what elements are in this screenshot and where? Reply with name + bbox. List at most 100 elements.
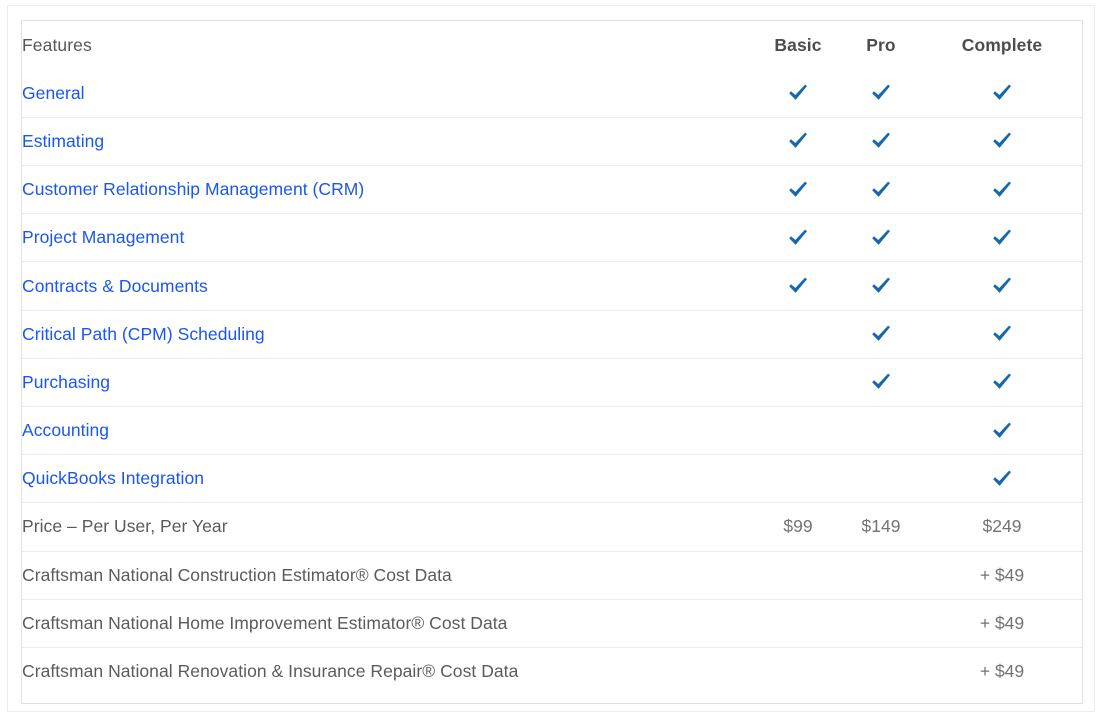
price-value: $99 (783, 516, 813, 537)
price-value: + $49 (979, 612, 1025, 633)
feature-label: Craftsman National Renovation & Insuranc… (22, 647, 756, 696)
check-icon (989, 225, 1015, 251)
cell-basic-price: $99 (756, 502, 840, 552)
check-icon (989, 177, 1015, 203)
table-row: Estimating (22, 117, 1082, 167)
cell-pro-price: $149 (840, 502, 922, 552)
check-icon (785, 80, 811, 106)
feature-label: Craftsman National Home Improvement Esti… (22, 599, 756, 648)
cell-complete-included (922, 213, 1082, 263)
cell-complete-price: + $49 (922, 551, 1082, 600)
feature-link[interactable]: General (22, 69, 756, 118)
cell-basic-included (756, 117, 840, 167)
cell-pro-empty (840, 647, 922, 696)
check-icon (868, 273, 894, 299)
check-icon (785, 177, 811, 203)
feature-link[interactable]: Critical Path (CPM) Scheduling (22, 310, 756, 359)
price-value: $149 (861, 516, 901, 537)
cell-complete-included (922, 358, 1082, 408)
cell-complete-included (922, 310, 1082, 359)
check-icon (868, 128, 894, 154)
check-icon (989, 369, 1015, 395)
header-row: Features Basic Pro Complete (22, 21, 1082, 70)
table-row: Critical Path (CPM) Scheduling (22, 310, 1082, 359)
check-icon (785, 128, 811, 154)
table-row: Craftsman National Home Improvement Esti… (22, 599, 1082, 648)
cell-basic-empty (756, 310, 840, 359)
feature-label: Price – Per User, Per Year (22, 502, 756, 552)
table-row: Craftsman National Construction Estimato… (22, 551, 1082, 600)
cell-basic-empty (756, 406, 840, 456)
cell-basic-included (756, 165, 840, 215)
plan-comparison-card: Features Basic Pro Complete General Estim… (21, 20, 1083, 704)
feature-link[interactable]: Accounting (22, 406, 756, 456)
check-icon (989, 128, 1015, 154)
cell-pro-empty (840, 551, 922, 600)
feature-link[interactable]: QuickBooks Integration (22, 454, 756, 504)
price-value: $249 (982, 516, 1022, 537)
cell-complete-included (922, 117, 1082, 167)
cell-pro-empty (840, 406, 922, 456)
table-row: General (22, 69, 1082, 118)
cell-pro-empty (840, 599, 922, 648)
check-icon (989, 80, 1015, 106)
table-row: Price – Per User, Per Year $99 $149 $249 (22, 502, 1082, 552)
check-icon (989, 321, 1015, 347)
cell-basic-empty (756, 551, 840, 600)
cell-basic-included (756, 213, 840, 263)
cell-basic-included (756, 261, 840, 311)
column-header-features: Features (22, 21, 756, 70)
cell-complete-included (922, 454, 1082, 504)
cell-pro-included (840, 261, 922, 311)
cell-complete-included (922, 261, 1082, 311)
cell-complete-included (922, 165, 1082, 215)
cell-basic-included (756, 69, 840, 118)
check-icon (868, 177, 894, 203)
table-row: Contracts & Documents (22, 261, 1082, 311)
column-header-complete: Complete (922, 21, 1082, 70)
feature-label: Craftsman National Construction Estimato… (22, 551, 756, 600)
feature-link[interactable]: Project Management (22, 213, 756, 263)
check-icon (868, 225, 894, 251)
feature-link[interactable]: Estimating (22, 117, 756, 167)
check-icon (989, 418, 1015, 444)
cell-pro-included (840, 310, 922, 359)
price-value: + $49 (979, 564, 1025, 585)
feature-link[interactable]: Customer Relationship Management (CRM) (22, 165, 756, 215)
cell-basic-empty (756, 454, 840, 504)
table-row: Customer Relationship Management (CRM) (22, 165, 1082, 215)
cell-pro-included (840, 213, 922, 263)
cell-complete-price: + $49 (922, 647, 1082, 696)
check-icon (785, 225, 811, 251)
plan-comparison-table: Features Basic Pro Complete General Estim… (22, 21, 1082, 696)
check-icon (989, 273, 1015, 299)
cell-pro-included (840, 165, 922, 215)
table-body: General Estimating Customer Relationship M… (22, 69, 1082, 696)
check-icon (868, 369, 894, 395)
feature-link[interactable]: Purchasing (22, 358, 756, 408)
cell-basic-empty (756, 647, 840, 696)
column-header-pro: Pro (840, 21, 922, 70)
table-row: Project Management (22, 213, 1082, 263)
cell-complete-included (922, 406, 1082, 456)
check-icon (785, 273, 811, 299)
cell-basic-empty (756, 599, 840, 648)
table-header: Features Basic Pro Complete (22, 21, 1082, 70)
check-icon (868, 321, 894, 347)
table-row: Accounting (22, 406, 1082, 456)
cell-pro-included (840, 117, 922, 167)
table-row: Purchasing (22, 358, 1082, 408)
cell-pro-empty (840, 454, 922, 504)
cell-pro-included (840, 69, 922, 118)
price-value: + $49 (979, 661, 1025, 682)
table-row: Craftsman National Renovation & Insuranc… (22, 647, 1082, 696)
pricing-comparison-page: Features Basic Pro Complete General Estim… (0, 0, 1108, 723)
table-row: QuickBooks Integration (22, 454, 1082, 504)
cell-complete-price: $249 (922, 502, 1082, 552)
column-header-basic: Basic (756, 21, 840, 70)
cell-pro-included (840, 358, 922, 408)
cell-basic-empty (756, 358, 840, 408)
check-icon (868, 80, 894, 106)
cell-complete-price: + $49 (922, 599, 1082, 648)
feature-link[interactable]: Contracts & Documents (22, 261, 756, 311)
